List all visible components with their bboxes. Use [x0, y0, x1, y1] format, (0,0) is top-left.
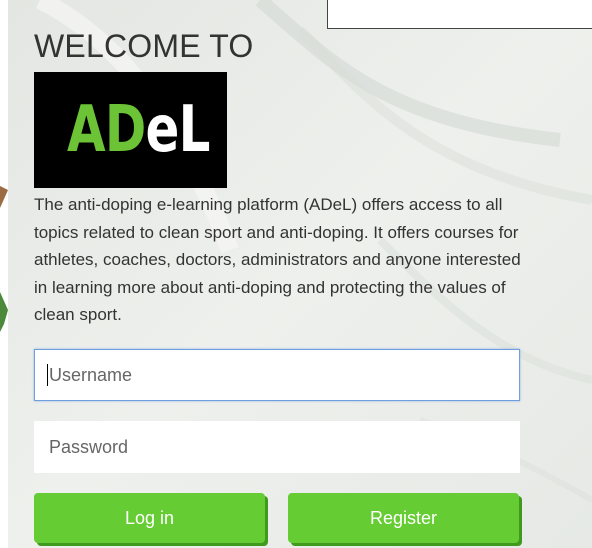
decorative-shape [0, 186, 10, 213]
top-panel [327, 0, 592, 29]
platform-description: The anti-doping e-learning platform (ADe… [34, 195, 521, 324]
adel-logo: ADeL [34, 72, 227, 188]
password-input[interactable] [34, 421, 520, 473]
text-caret [47, 364, 48, 386]
logo-text-white: eL [145, 93, 211, 167]
username-input[interactable] [34, 349, 520, 401]
register-button[interactable]: Register [288, 493, 519, 543]
logo-text: ADeL [67, 80, 210, 180]
logo-text-green: AD [67, 93, 146, 167]
welcome-heading: WELCOME TO [34, 28, 254, 64]
login-button[interactable]: Log in [34, 493, 265, 543]
decorative-shape [0, 292, 10, 337]
